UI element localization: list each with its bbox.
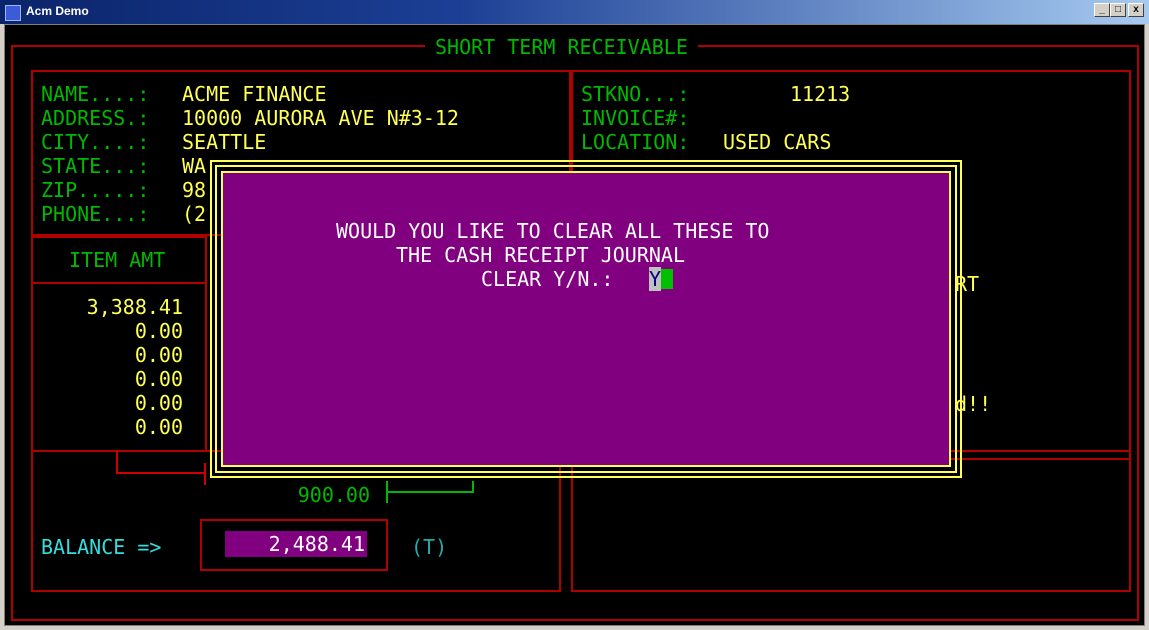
balance-label: BALANCE => (41, 535, 162, 559)
name-label: NAME....: (41, 82, 150, 106)
location-value: USED CARS (723, 130, 832, 154)
item-amount: 3,388.41 (86, 295, 183, 319)
item-amount: 0.00 (134, 391, 183, 415)
clear-yn-value: Y (649, 267, 662, 291)
item-amount: 0.00 (134, 319, 183, 343)
dialog-body: WOULD YOU LIKE TO CLEAR ALL THESE TO THE… (221, 171, 951, 467)
phone-value: (2 (182, 202, 207, 226)
maximize-button[interactable]: □ (1110, 3, 1126, 17)
stkno-label: STKNO...: (581, 82, 690, 106)
close-button[interactable]: x (1128, 3, 1144, 17)
zip-label: ZIP.....: (41, 178, 150, 202)
app-icon (5, 5, 21, 21)
text-cursor (661, 269, 674, 289)
stkno-value: 11213 (790, 82, 851, 106)
clear-journal-dialog[interactable]: WOULD YOU LIKE TO CLEAR ALL THESE TO THE… (210, 160, 962, 478)
invoice-label: INVOICE#: (581, 106, 690, 130)
window-title: Acm Demo (26, 4, 89, 18)
item-amount: 0.00 (134, 367, 183, 391)
minimize-button[interactable]: _ (1094, 3, 1110, 17)
terminal-console[interactable]: SHORT TERM RECEIVABLE NAME....: ACME FIN… (4, 24, 1145, 626)
dialog-message-line2: THE CASH RECEIPT JOURNAL (396, 243, 685, 267)
clear-prompt-label: CLEAR Y/N.: (481, 267, 614, 291)
location-label: LOCATION: (581, 130, 690, 154)
window-titlebar[interactable]: Acm Demo _ □ x (0, 0, 1149, 24)
dialog-frame: WOULD YOU LIKE TO CLEAR ALL THESE TO THE… (215, 165, 957, 473)
dialog-message-line1: WOULD YOU LIKE TO CLEAR ALL THESE TO (336, 219, 770, 243)
balance-value: 2,488.41 (268, 532, 365, 556)
item-amount: 0.00 (134, 343, 183, 367)
connector-tick (204, 463, 206, 485)
state-label: STATE...: (41, 154, 150, 178)
paid-amount: 900.00 (297, 483, 370, 507)
clear-yn-input[interactable]: Y (649, 267, 674, 291)
state-value: WA (182, 154, 207, 178)
screen-header: SHORT TERM RECEIVABLE (425, 35, 698, 59)
balance-flag: (T) (411, 535, 448, 559)
connector-line (116, 450, 118, 474)
item-amount: 0.00 (134, 415, 183, 439)
green-line (386, 491, 474, 493)
city-label: CITY....: (41, 130, 150, 154)
address-value: 10000 AURORA AVE N#3-12 (182, 106, 459, 130)
city-value: SEATTLE (182, 130, 267, 154)
address-label: ADDRESS.: (41, 106, 150, 130)
item-amt-header: ITEM AMT (69, 248, 166, 272)
zip-value: 98 (182, 178, 207, 202)
name-value: ACME FINANCE (182, 82, 327, 106)
phone-label: PHONE...: (41, 202, 150, 226)
connector-line (116, 472, 206, 474)
green-tick (472, 481, 474, 493)
